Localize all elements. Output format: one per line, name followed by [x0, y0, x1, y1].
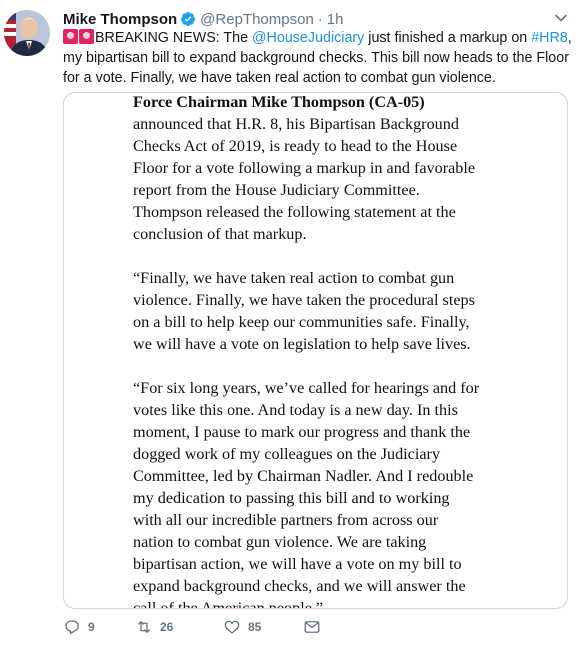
doc-line: expand background checks, and we will an… — [133, 577, 466, 595]
doc-line: “For six long years, we’ve called for he… — [133, 379, 480, 397]
author-handle[interactable]: @RepThompson — [200, 11, 314, 28]
doc-line: dogged work of my colleagues on the Judi… — [133, 445, 441, 463]
avatar[interactable] — [4, 10, 50, 56]
rotating-light-emoji — [63, 29, 78, 44]
doc-line: bipartisan action, we will have a vote o… — [133, 555, 462, 573]
doc-line: Checks Act of 2019, is ready to head to … — [133, 137, 458, 155]
reply-count: 9 — [88, 620, 95, 634]
tweet-text-line-2: my bipartisan bill to expand background … — [63, 50, 569, 66]
press-release-document: Force Chairman Mike Thompson (CA-05) ann… — [133, 93, 553, 609]
rotating-light-emoji — [79, 29, 94, 44]
tweet-text-segment: BREAKING NEWS: The — [95, 30, 253, 46]
tweet-text: BREAKING NEWS: The @HouseJudiciary just … — [63, 28, 572, 88]
doc-line: we will have a vote on legislation to he… — [133, 335, 471, 353]
tweet-text-segment: , — [567, 30, 572, 46]
doc-line: call of the American people.” — [133, 599, 324, 609]
doc-line: on a bill to help keep our communities s… — [133, 313, 470, 331]
doc-line: conclusion of that markup. — [133, 225, 307, 243]
direct-message-icon — [304, 621, 320, 633]
tweet-text-line-3: for a vote. Finally, we have taken real … — [63, 70, 496, 86]
tweet-header: Mike Thompson @RepThompson · 1h — [63, 9, 568, 29]
doc-paragraph-2: “Finally, we have taken real action to c… — [133, 267, 553, 355]
tweet-text-line-1: BREAKING NEWS: The @HouseJudiciary just … — [63, 28, 572, 48]
retweet-icon — [138, 621, 150, 633]
doc-paragraph-3: “For six long years, we’ve called for he… — [133, 377, 553, 609]
like-icon — [224, 620, 240, 634]
doc-line: my dedication to passing this bill and t… — [133, 489, 450, 507]
doc-line: “Finally, we have taken real action to c… — [133, 269, 455, 287]
doc-bold-heading: Force Chairman Mike Thompson (CA-05) — [133, 93, 425, 111]
like-count: 85 — [248, 620, 262, 634]
doc-line: votes like this one. And today is a new … — [133, 401, 458, 419]
mention-link[interactable]: @HouseJudiciary — [252, 30, 364, 46]
doc-line: with all our incredible partners from ac… — [133, 511, 439, 529]
doc-line: violence. Finally, we have taken the pro… — [133, 291, 475, 309]
doc-line: moment, I pause to mark our progress and… — [133, 423, 471, 441]
verified-badge-icon — [180, 11, 196, 27]
doc-line: Thompson released the following statemen… — [133, 203, 456, 221]
doc-line: report from the House Judiciary Committe… — [133, 181, 420, 199]
hashtag-link[interactable]: #HR8 — [531, 30, 568, 46]
doc-line: Floor for a vote following a markup in a… — [133, 159, 476, 177]
attached-image[interactable]: Force Chairman Mike Thompson (CA-05) ann… — [63, 92, 568, 609]
caret-down-icon[interactable] — [554, 11, 568, 25]
tweet-text-segment: just finished a markup on — [364, 30, 532, 46]
doc-paragraph-1: Force Chairman Mike Thompson (CA-05) ann… — [133, 93, 553, 245]
direct-message-button[interactable] — [303, 618, 328, 636]
reply-button[interactable]: 9 — [63, 618, 95, 636]
doc-line: Committee, led by Chairman Nadler. And I… — [133, 467, 474, 485]
retweet-button[interactable]: 26 — [135, 618, 173, 636]
reply-icon — [65, 620, 79, 635]
author-name[interactable]: Mike Thompson — [63, 11, 177, 28]
doc-line: nation to combat gun violence. We are ta… — [133, 533, 427, 551]
separator-dot: · — [317, 10, 323, 28]
doc-line: announced that H.R. 8, his Bipartisan Ba… — [133, 115, 459, 133]
tweet-actions: 9 26 85 — [63, 618, 363, 638]
tweet-timestamp[interactable]: 1h — [327, 11, 344, 28]
retweet-count: 26 — [160, 620, 174, 634]
like-button[interactable]: 85 — [223, 618, 261, 636]
avatar-image — [4, 10, 50, 56]
